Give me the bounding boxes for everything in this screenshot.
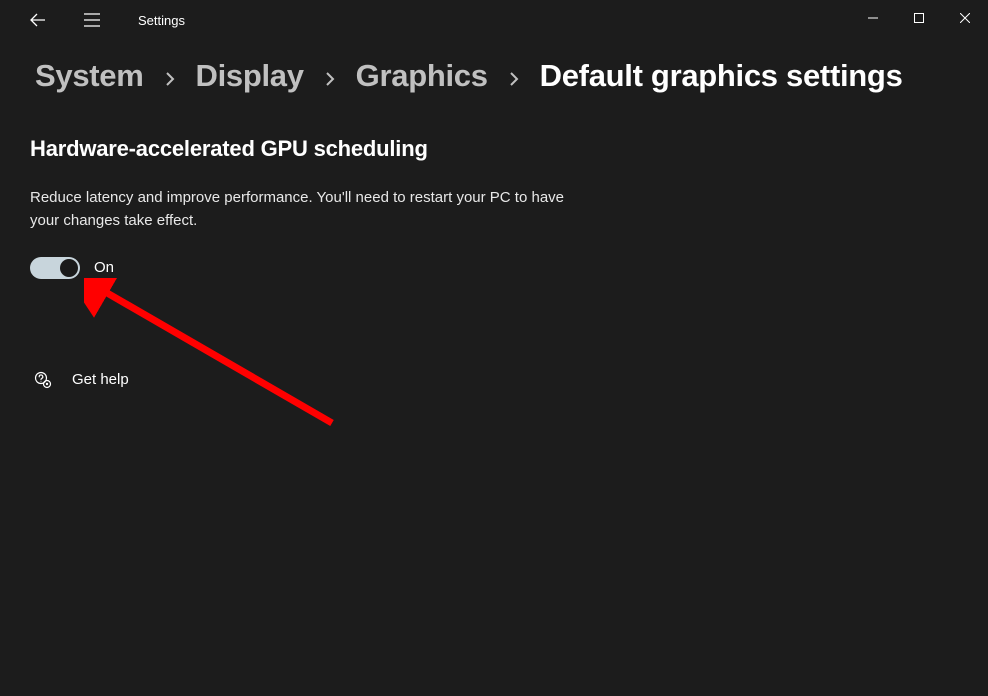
breadcrumb-current: Default graphics settings: [540, 58, 903, 94]
breadcrumb-display[interactable]: Display: [196, 58, 304, 94]
back-button[interactable]: [20, 2, 56, 38]
chevron-right-icon: [322, 71, 338, 87]
chevron-right-icon: [506, 71, 522, 87]
section-title: Hardware-accelerated GPU scheduling: [30, 136, 988, 162]
titlebar: Settings: [0, 0, 988, 40]
toggle-state-label: On: [94, 259, 114, 276]
hamburger-icon: [84, 13, 100, 27]
help-icon: [34, 371, 52, 389]
menu-button[interactable]: [74, 2, 110, 38]
section-description: Reduce latency and improve performance. …: [30, 186, 590, 233]
maximize-button[interactable]: [896, 0, 942, 36]
close-button[interactable]: [942, 0, 988, 36]
window-controls: [850, 0, 988, 36]
toggle-knob: [60, 259, 78, 277]
back-arrow-icon: [30, 12, 46, 28]
app-title: Settings: [138, 13, 185, 28]
content-area: Hardware-accelerated GPU scheduling Redu…: [0, 94, 988, 389]
help-label: Get help: [72, 371, 129, 388]
get-help-link[interactable]: Get help: [30, 371, 988, 389]
breadcrumb: System Display Graphics Default graphics…: [0, 58, 988, 94]
breadcrumb-system[interactable]: System: [35, 58, 144, 94]
close-icon: [960, 13, 970, 23]
minimize-icon: [868, 13, 878, 23]
chevron-right-icon: [162, 71, 178, 87]
gpu-scheduling-toggle-row: On: [30, 257, 988, 279]
gpu-scheduling-toggle[interactable]: [30, 257, 80, 279]
breadcrumb-graphics[interactable]: Graphics: [356, 58, 488, 94]
minimize-button[interactable]: [850, 0, 896, 36]
maximize-icon: [914, 13, 924, 23]
